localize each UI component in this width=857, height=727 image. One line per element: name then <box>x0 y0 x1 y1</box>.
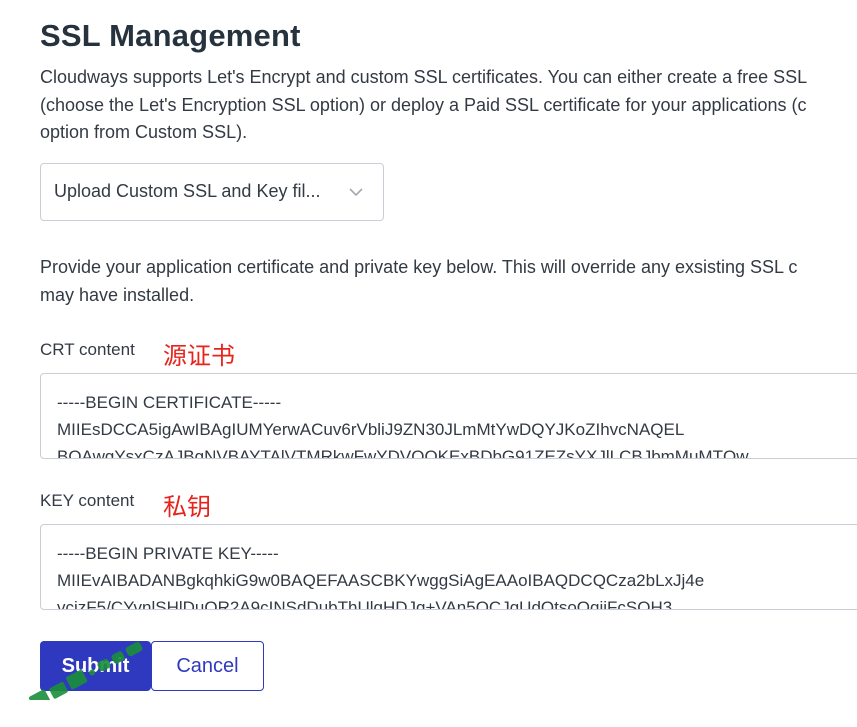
intro-line: (choose the Let's Encryption SSL option)… <box>40 94 807 115</box>
crt-content-textarea[interactable]: -----BEGIN CERTIFICATE----- MIIEsDCCA5ig… <box>40 373 857 459</box>
key-content-textarea[interactable]: -----BEGIN PRIVATE KEY----- MIIEvAIBADAN… <box>40 524 857 610</box>
key-line: vcizF5/CYvnlSHlDuOR2A9cINSdDubThUlqHDJq+… <box>57 598 673 610</box>
key-line: -----BEGIN PRIVATE KEY----- <box>57 544 279 563</box>
notice-line: may have installed. <box>40 284 195 305</box>
crt-line: -----BEGIN CERTIFICATE----- <box>57 393 282 412</box>
crt-content-label: CRT content <box>40 340 135 359</box>
notice-line: Provide your application certificate and… <box>40 257 798 277</box>
key-annotation: 私钥 <box>163 493 211 521</box>
intro-paragraph: Cloudways supports Let's Encrypt and cus… <box>40 64 857 147</box>
page-title: SSL Management <box>40 18 301 53</box>
cancel-button[interactable]: Cancel <box>151 641 264 691</box>
crt-line: MIIEsDCCA5igAwIBAgIUMYerwACuv6rVbliJ9ZN3… <box>57 420 685 439</box>
crt-annotation: 源证书 <box>163 342 235 370</box>
ssl-type-select[interactable]: Upload Custom SSL and Key fil... <box>40 163 384 221</box>
ssl-type-selected-value: Upload Custom SSL and Key fil... <box>54 181 321 201</box>
ssl-management-page: SSL Management Cloudways supports Let's … <box>0 0 857 727</box>
override-notice: Provide your application certificate and… <box>40 254 857 309</box>
chevron-down-icon <box>349 188 363 197</box>
key-line: MIIEvAIBADANBgkqhkiG9w0BAQEFAASCBKYwggSi… <box>57 571 705 590</box>
submit-button[interactable]: Submit <box>40 641 151 691</box>
intro-line: option from Custom SSL). <box>40 122 248 142</box>
key-content-label: KEY content <box>40 491 135 510</box>
intro-line: Cloudways supports Let's Encrypt and cus… <box>40 67 808 87</box>
crt-line: BQAwgYsxCzAJBgNVBAYTAlVTMRkwFwYDVQQKExBD… <box>57 447 749 459</box>
